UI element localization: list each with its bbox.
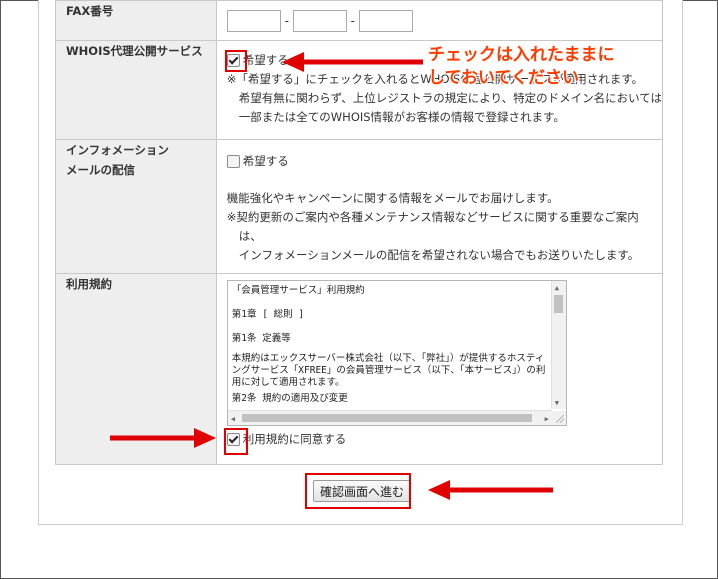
arrow-to-confirm-button [428, 480, 553, 500]
annotation-line1: チェックは入れたままに [428, 45, 615, 65]
arrow-to-terms-checkbox [110, 428, 216, 448]
arrow-to-whois-checkbox [282, 52, 423, 72]
annotation-callout: チェックは入れたままに しておいてください [428, 44, 668, 90]
annotation-line2: しておいてください [428, 68, 579, 88]
